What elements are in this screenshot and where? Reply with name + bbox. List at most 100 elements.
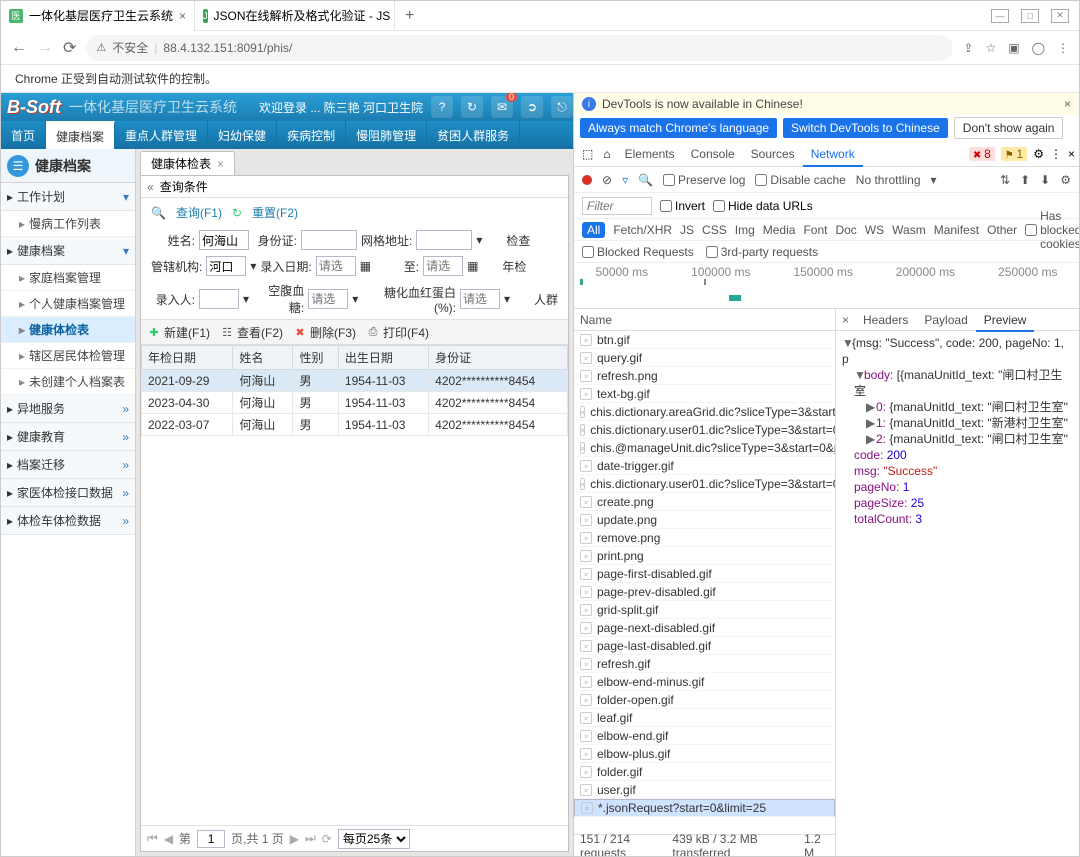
type-filter-item[interactable]: Img [735, 223, 755, 237]
page-last-icon[interactable]: ⏭ [305, 831, 316, 846]
dropdown-icon[interactable]: ▾ [243, 292, 249, 306]
close-icon[interactable]: × [217, 157, 224, 171]
network-request[interactable]: ▫page-next-disabled.gif [574, 619, 835, 637]
close-icon[interactable]: × [179, 9, 186, 23]
col-header[interactable]: 年检日期 [142, 346, 233, 370]
preserve-checkbox[interactable]: Preserve log [663, 173, 745, 187]
page-input[interactable] [197, 830, 225, 848]
chevron-down-icon[interactable]: ▾ [931, 173, 937, 187]
search-button[interactable]: 查询(F1) [176, 204, 222, 221]
table-row[interactable]: 2021-09-29何海山男1954-11-034202**********84… [142, 370, 568, 392]
network-request[interactable]: ▫refresh.png [574, 367, 835, 385]
network-request[interactable]: ▫refresh.gif [574, 655, 835, 673]
sidebar-group[interactable]: ▸健康教育» [1, 423, 135, 451]
sidebar-group[interactable]: ▸健康档案▾ [1, 237, 135, 265]
preview-item[interactable]: ▶1: {manaUnitId_text: "新港村卫生室" [842, 415, 1073, 431]
lang-switch-button[interactable]: Switch DevTools to Chinese [783, 118, 948, 138]
back-icon[interactable]: ← [11, 39, 27, 57]
clear-icon[interactable]: ⊘ [602, 173, 612, 187]
close-icon[interactable]: × [836, 313, 855, 327]
network-request[interactable]: ▫page-prev-disabled.gif [574, 583, 835, 601]
logout-icon[interactable]: ⎋ [551, 96, 573, 118]
type-filter-item[interactable]: JS [680, 223, 694, 237]
preview-tab[interactable]: Payload [916, 310, 975, 330]
network-request[interactable]: ▫leaf.gif [574, 709, 835, 727]
nav-item[interactable]: 健康档案 [46, 121, 115, 149]
page-prev-icon[interactable]: ◀ [164, 832, 173, 846]
network-request[interactable]: ▫*.jsonRequest?start=0&limit=25 [574, 799, 835, 817]
nav-item[interactable]: 贫困人群服务 [427, 121, 520, 149]
col-header[interactable]: 姓名 [233, 346, 293, 370]
dropdown-icon[interactable]: ▾ [250, 259, 256, 273]
sidebar-item[interactable]: ▸未创建个人档案表 [1, 369, 135, 395]
record-icon[interactable] [582, 175, 592, 185]
type-filter-item[interactable]: Wasm [892, 223, 926, 237]
network-request[interactable]: ▫elbow-end.gif [574, 727, 835, 745]
org-input[interactable] [206, 256, 246, 276]
type-filter-item[interactable]: Fetch/XHR [613, 223, 672, 237]
invert-checkbox[interactable]: Invert [660, 199, 705, 213]
disable-cache-checkbox[interactable]: Disable cache [755, 173, 845, 187]
network-request[interactable]: ▫page-last-disabled.gif [574, 637, 835, 655]
collapse-icon[interactable]: « [147, 180, 154, 194]
star-icon[interactable]: ☆ [985, 41, 996, 55]
nav-item[interactable]: 疾病控制 [277, 121, 346, 149]
inuser-input[interactable] [199, 289, 239, 309]
preview-tab[interactable]: Preview [976, 310, 1035, 332]
filter-input[interactable] [582, 197, 652, 215]
refresh-icon[interactable]: ⟳ [322, 832, 332, 846]
network-request[interactable]: ▫date-trigger.gif [574, 457, 835, 475]
preview-tab[interactable]: Headers [855, 310, 916, 330]
nav-item[interactable]: 慢阻肺管理 [346, 121, 427, 149]
inspect-icon[interactable]: ⬚ [578, 147, 597, 161]
mail-icon[interactable]: ✉0 [491, 96, 513, 118]
minimize-icon[interactable]: — [991, 9, 1009, 23]
network-request[interactable]: ▫btn.gif [574, 331, 835, 349]
fbs-input[interactable] [308, 289, 348, 309]
network-request[interactable]: ▫chis.dictionary.areaGrid.dic?sliceType=… [574, 403, 835, 421]
refresh-icon[interactable]: ↻ [461, 96, 483, 118]
indate-from-input[interactable] [316, 256, 356, 276]
sidebar-group[interactable]: ▸异地服务» [1, 395, 135, 423]
preview-item[interactable]: ▶0: {manaUnitId_text: "闸口村卫生室" [842, 399, 1073, 415]
filter-icon[interactable]: ▿ [622, 173, 628, 187]
new-button[interactable]: ✚新建(F1) [147, 324, 210, 341]
menu-icon[interactable]: ⋮ [1057, 41, 1069, 55]
print-button[interactable]: ⎙打印(F4) [366, 324, 429, 341]
network-request[interactable]: ▫folder.gif [574, 763, 835, 781]
sidebar-item[interactable]: ▸辖区居民体检管理 [1, 343, 135, 369]
network-request[interactable]: ▫text-bg.gif [574, 385, 835, 403]
browser-tab-1[interactable]: J JSON在线解析及格式化验证 - JS × [195, 1, 395, 31]
device-icon[interactable]: ⌂ [599, 147, 614, 161]
hide-data-urls-checkbox[interactable]: Hide data URLs [713, 199, 813, 213]
network-request[interactable]: ▫query.gif [574, 349, 835, 367]
sidebar-item[interactable]: ▸个人健康档案管理 [1, 291, 135, 317]
pagesize-select[interactable]: 每页25条 [338, 829, 410, 849]
devtools-tab[interactable]: Console [683, 143, 743, 165]
sidebar-group[interactable]: ▸档案迁移» [1, 451, 135, 479]
exit-icon[interactable]: ➲ [521, 96, 543, 118]
network-request[interactable]: ▫user.gif [574, 781, 835, 799]
content-tab[interactable]: 健康体检表 × [140, 151, 235, 175]
preview-body[interactable]: ▼{msg: "Success", code: 200, pageNo: 1, … [836, 331, 1079, 856]
profile-icon[interactable]: ◯ [1032, 41, 1045, 55]
table-row[interactable]: 2023-04-30何海山男1954-11-034202**********84… [142, 392, 568, 414]
sidebar-item[interactable]: ▸慢病工作列表 [1, 211, 135, 237]
preview-item[interactable]: ▶2: {manaUnitId_text: "闸口村卫生室" [842, 431, 1073, 447]
network-request[interactable]: ▫update.png [574, 511, 835, 529]
dropdown-icon[interactable]: ▾ [504, 292, 510, 306]
hba-input[interactable] [460, 289, 500, 309]
lang-dont-button[interactable]: Don't show again [954, 117, 1064, 139]
share-icon[interactable]: ⇪ [963, 41, 973, 55]
new-tab-button[interactable]: + [395, 7, 424, 25]
id-input[interactable] [301, 230, 357, 250]
nav-item[interactable]: 重点人群管理 [115, 121, 208, 149]
network-request[interactable]: ▫folder-open.gif [574, 691, 835, 709]
close-window-icon[interactable]: ✕ [1051, 9, 1069, 23]
reset-button[interactable]: 重置(F2) [252, 204, 298, 221]
type-filter-item[interactable]: All [582, 222, 605, 238]
sidebar-item[interactable]: ▸健康体检表 [1, 317, 135, 343]
devtools-tab[interactable]: Sources [743, 143, 803, 165]
timeline[interactable]: 50000 ms100000 ms150000 ms200000 ms25000… [574, 263, 1079, 309]
type-filter-item[interactable]: Font [803, 223, 827, 237]
